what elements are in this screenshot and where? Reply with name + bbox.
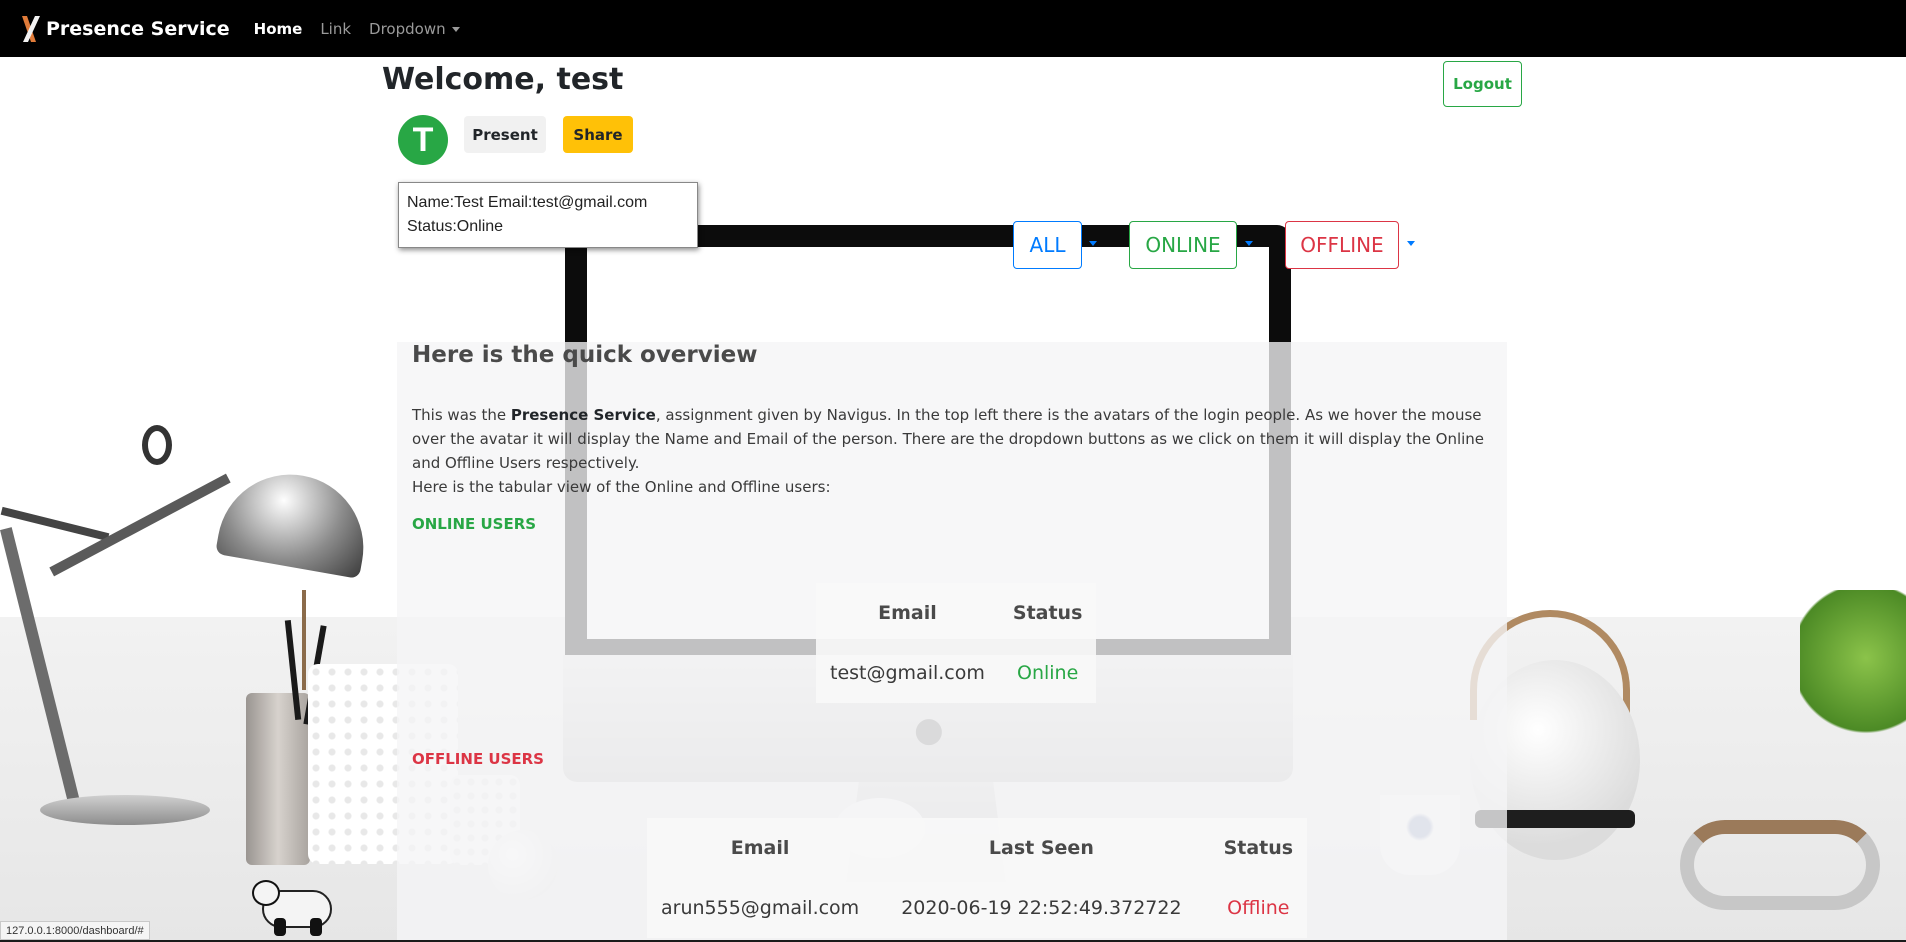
panda-leg bbox=[310, 918, 322, 936]
brand-logo-icon bbox=[22, 15, 40, 42]
column-header: Email bbox=[730, 837, 790, 859]
overview-text-bold: Presence Service bbox=[510, 406, 656, 424]
offline-dropdown-caret-icon[interactable] bbox=[1407, 241, 1415, 246]
filter-online-button[interactable]: ONLINE bbox=[1129, 221, 1237, 269]
avatar-tooltip: Name:Test Email:test@gmail.com Status:On… bbox=[398, 182, 698, 248]
offline-users-table: Email Last Seen Status arun555@gmail.com… bbox=[647, 818, 1308, 938]
navbar: Presence Service Home Link Dropdown bbox=[0, 0, 1906, 57]
avatar[interactable]: T bbox=[398, 115, 448, 165]
online-users-table: Email Status test@gmail.com Online bbox=[816, 583, 1097, 703]
panda-figurine bbox=[252, 880, 342, 936]
brand-title: Presence Service bbox=[46, 17, 230, 40]
headphones bbox=[1680, 820, 1880, 910]
nav-home[interactable]: Home bbox=[254, 20, 303, 38]
column-header: Status bbox=[1012, 602, 1083, 624]
column-header: Status bbox=[1223, 837, 1294, 859]
last-seen-cell: 2020-06-19 22:52:49.372722 bbox=[901, 897, 1182, 919]
overview-description: This was the Presence Service, assignmen… bbox=[412, 403, 1492, 499]
column-header: Email bbox=[878, 602, 937, 624]
table-row: arun555@gmail.com 2020-06-19 22:52:49.37… bbox=[647, 878, 1307, 938]
desk-lamp-hinge bbox=[142, 425, 172, 465]
logout-button[interactable]: Logout bbox=[1443, 61, 1522, 107]
brand[interactable]: Presence Service bbox=[20, 14, 230, 44]
table-header-row: Email Last Seen Status bbox=[647, 818, 1307, 878]
column-header: Last Seen bbox=[988, 837, 1094, 859]
offline-users-title: OFFLINE USERS bbox=[412, 750, 544, 768]
filter-all-button[interactable]: ALL bbox=[1013, 221, 1082, 269]
share-button[interactable]: Share bbox=[563, 116, 633, 153]
tooltip-status: Status:Online bbox=[407, 218, 504, 235]
all-dropdown-caret-icon[interactable] bbox=[1089, 241, 1097, 246]
chevron-down-icon bbox=[451, 26, 460, 32]
pencil bbox=[302, 590, 306, 690]
filter-offline-button[interactable]: OFFLINE bbox=[1285, 221, 1399, 269]
nav-link[interactable]: Link bbox=[320, 20, 351, 38]
panda-leg bbox=[274, 918, 286, 936]
browser-status-bar: 127.0.0.1:8000/dashboard/# bbox=[0, 921, 150, 940]
online-users-title: ONLINE USERS bbox=[412, 515, 537, 533]
status-cell: Online bbox=[1017, 662, 1079, 684]
table-header-row: Email Status bbox=[816, 583, 1096, 643]
overview-text-line2: Here is the tabular view of the Online a… bbox=[412, 478, 831, 496]
nav-dropdown[interactable]: Dropdown bbox=[369, 20, 460, 38]
email-cell: test@gmail.com bbox=[830, 662, 985, 684]
table-row: test@gmail.com Online bbox=[816, 643, 1096, 703]
panda-head bbox=[252, 880, 280, 906]
desk-lamp-base bbox=[40, 795, 210, 825]
status-cell: Offline bbox=[1227, 897, 1290, 919]
online-dropdown-caret-icon[interactable] bbox=[1245, 241, 1253, 246]
overview-text-prefix: This was the bbox=[412, 406, 511, 424]
plant bbox=[1800, 590, 1906, 760]
tooltip-name-email: Name:Test Email:test@gmail.com bbox=[407, 194, 648, 211]
present-button[interactable]: Present bbox=[464, 116, 546, 153]
page-title: Welcome, test bbox=[382, 62, 624, 97]
email-cell: arun555@gmail.com bbox=[661, 897, 860, 919]
nav-dropdown-label: Dropdown bbox=[369, 19, 446, 38]
overview-title: Here is the quick overview bbox=[412, 342, 758, 368]
